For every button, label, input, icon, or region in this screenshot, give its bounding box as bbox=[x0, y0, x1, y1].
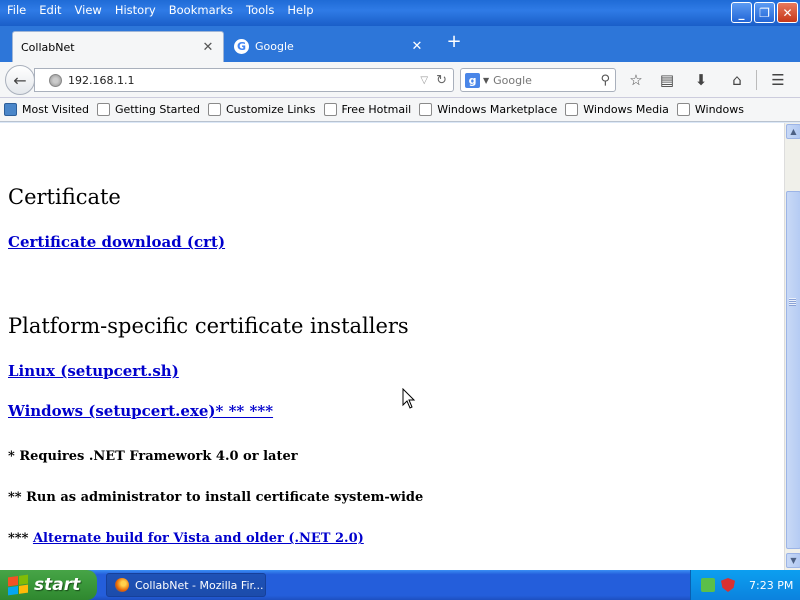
back-button[interactable]: ← bbox=[5, 65, 35, 95]
google-search-engine-icon[interactable]: g bbox=[465, 72, 480, 88]
menu-edit[interactable]: Edit bbox=[34, 2, 66, 20]
home-icon[interactable]: ⌂ bbox=[726, 69, 748, 91]
footnote-alternate-build: *** Alternate build for Vista and older … bbox=[8, 531, 364, 546]
start-label: start bbox=[34, 575, 81, 595]
menu-bookmarks[interactable]: Bookmarks bbox=[164, 2, 238, 20]
vertical-scrollbar[interactable]: ▲ ▼ bbox=[784, 123, 800, 570]
search-engine-dropdown-icon[interactable]: ▼ bbox=[483, 76, 489, 85]
new-tab-button[interactable]: + bbox=[444, 32, 464, 52]
clock[interactable]: 7:23 PM bbox=[749, 579, 793, 592]
firefox-icon bbox=[115, 578, 129, 592]
window-controls: _ ❐ ✕ bbox=[731, 2, 798, 23]
bookmark-page-icon bbox=[419, 103, 433, 116]
footnote-net-requirement: * Requires .NET Framework 4.0 or later bbox=[8, 449, 298, 464]
start-button[interactable]: start bbox=[0, 570, 97, 600]
tab-label: CollabNet bbox=[21, 40, 75, 54]
back-arrow-icon: ← bbox=[13, 70, 27, 90]
page-content: Certificate Certificate download (crt) P… bbox=[0, 123, 784, 570]
bookmark-label: Free Hotmail bbox=[341, 103, 412, 116]
hamburger-menu-icon[interactable]: ☰ bbox=[767, 69, 789, 91]
search-input[interactable] bbox=[493, 73, 601, 87]
menu-help[interactable]: Help bbox=[282, 2, 318, 20]
bookmark-label: Windows Marketplace bbox=[437, 103, 558, 116]
url-bar[interactable]: 192.168.1.1 ▽ ↻ bbox=[34, 68, 454, 92]
scrollbar-grip-icon bbox=[789, 298, 796, 306]
minimize-button[interactable]: _ bbox=[731, 2, 752, 23]
taskbar-window-label: CollabNet - Mozilla Fir... bbox=[135, 578, 264, 592]
downloads-icon[interactable]: ⬇ bbox=[690, 69, 712, 91]
bookmark-page-icon bbox=[323, 103, 337, 116]
network-icon[interactable] bbox=[701, 578, 715, 592]
bookmark-page-icon bbox=[676, 103, 690, 116]
system-tray: 7:23 PM bbox=[690, 570, 800, 600]
bookmark-getting-started[interactable]: Getting Started bbox=[96, 103, 200, 116]
tab-google[interactable]: G Google ✕ bbox=[226, 31, 432, 62]
bookmark-label: Customize Links bbox=[226, 103, 316, 116]
linux-installer-link[interactable]: Linux (setupcert.sh) bbox=[8, 362, 179, 380]
bookmark-windows-media[interactable]: Windows Media bbox=[565, 103, 669, 116]
bookmark-page-icon bbox=[208, 103, 221, 116]
bookmark-label: Windows Media bbox=[583, 103, 669, 116]
bookmark-windows[interactable]: Windows bbox=[676, 103, 744, 116]
windows-installer-link[interactable]: Windows (setupcert.exe)* ** *** bbox=[8, 402, 273, 420]
tab-label: Google bbox=[255, 40, 294, 53]
bookmarks-toolbar: Most Visited Getting Started Customize L… bbox=[0, 98, 800, 122]
url-text[interactable]: 192.168.1.1 bbox=[68, 74, 420, 87]
reload-icon[interactable]: ↻ bbox=[436, 73, 447, 88]
windows-taskbar: start CollabNet - Mozilla Fir... 7:23 PM bbox=[0, 570, 800, 600]
menu-tools[interactable]: Tools bbox=[241, 2, 279, 20]
reading-list-icon[interactable]: ▤ bbox=[656, 69, 678, 91]
restore-button[interactable]: ❐ bbox=[754, 2, 775, 23]
close-window-button[interactable]: ✕ bbox=[777, 2, 798, 23]
globe-icon[interactable] bbox=[49, 73, 62, 87]
search-bar[interactable]: g ▼ ⚲ bbox=[460, 68, 616, 92]
bookmark-label: Most Visited bbox=[22, 103, 89, 116]
bookmark-star-icon[interactable]: ☆ bbox=[625, 69, 647, 91]
tab-strip: CollabNet ✕ G Google ✕ + bbox=[0, 26, 800, 62]
bookmark-windows-marketplace[interactable]: Windows Marketplace bbox=[419, 103, 557, 116]
menu-history[interactable]: History bbox=[110, 2, 161, 20]
bookmark-page-icon bbox=[96, 103, 110, 116]
bookmark-page-icon bbox=[565, 103, 579, 116]
close-tab-icon[interactable]: ✕ bbox=[201, 40, 215, 55]
taskbar-firefox-window[interactable]: CollabNet - Mozilla Fir... bbox=[106, 573, 266, 597]
certificate-heading: Certificate bbox=[8, 185, 121, 209]
url-history-dropdown-icon[interactable]: ▽ bbox=[420, 75, 428, 86]
alternate-build-link[interactable]: Alternate build for Vista and older (.NE… bbox=[33, 531, 364, 546]
scroll-down-arrow-icon[interactable]: ▼ bbox=[786, 553, 800, 568]
scroll-up-arrow-icon[interactable]: ▲ bbox=[786, 124, 800, 139]
close-tab-icon[interactable]: ✕ bbox=[410, 39, 424, 54]
certificate-download-link[interactable]: Certificate download (crt) bbox=[8, 233, 225, 251]
windows-logo-icon bbox=[8, 574, 28, 596]
security-shield-icon[interactable] bbox=[721, 578, 735, 592]
tab-collabnet[interactable]: CollabNet ✕ bbox=[12, 31, 224, 62]
menu-bar: File Edit View History Bookmarks Tools H… bbox=[2, 2, 322, 20]
bookmark-label: Windows bbox=[694, 103, 744, 116]
footnote-admin: ** Run as administrator to install certi… bbox=[8, 490, 424, 505]
footnote-marker: *** bbox=[8, 531, 29, 546]
bookmark-label: Getting Started bbox=[114, 103, 200, 116]
installers-heading: Platform-specific certificate installers bbox=[8, 314, 409, 338]
google-favicon-icon: G bbox=[234, 39, 249, 54]
bookmark-most-visited[interactable]: Most Visited bbox=[4, 103, 89, 116]
scrollbar-thumb[interactable] bbox=[786, 191, 800, 549]
bookmark-customize-links[interactable]: Customize Links bbox=[208, 103, 316, 116]
most-visited-icon bbox=[4, 103, 17, 116]
toolbar-divider bbox=[756, 70, 757, 90]
menu-file[interactable]: File bbox=[2, 2, 31, 20]
bookmark-free-hotmail[interactable]: Free Hotmail bbox=[323, 103, 412, 116]
menu-view[interactable]: View bbox=[70, 2, 107, 20]
navigation-toolbar: 192.168.1.1 ▽ ↻ ← g ▼ ⚲ ☆ ▤ ⬇ ⌂ ☰ bbox=[0, 62, 800, 98]
magnifier-icon[interactable]: ⚲ bbox=[600, 73, 610, 88]
window-titlebar: File Edit View History Bookmarks Tools H… bbox=[0, 0, 800, 26]
